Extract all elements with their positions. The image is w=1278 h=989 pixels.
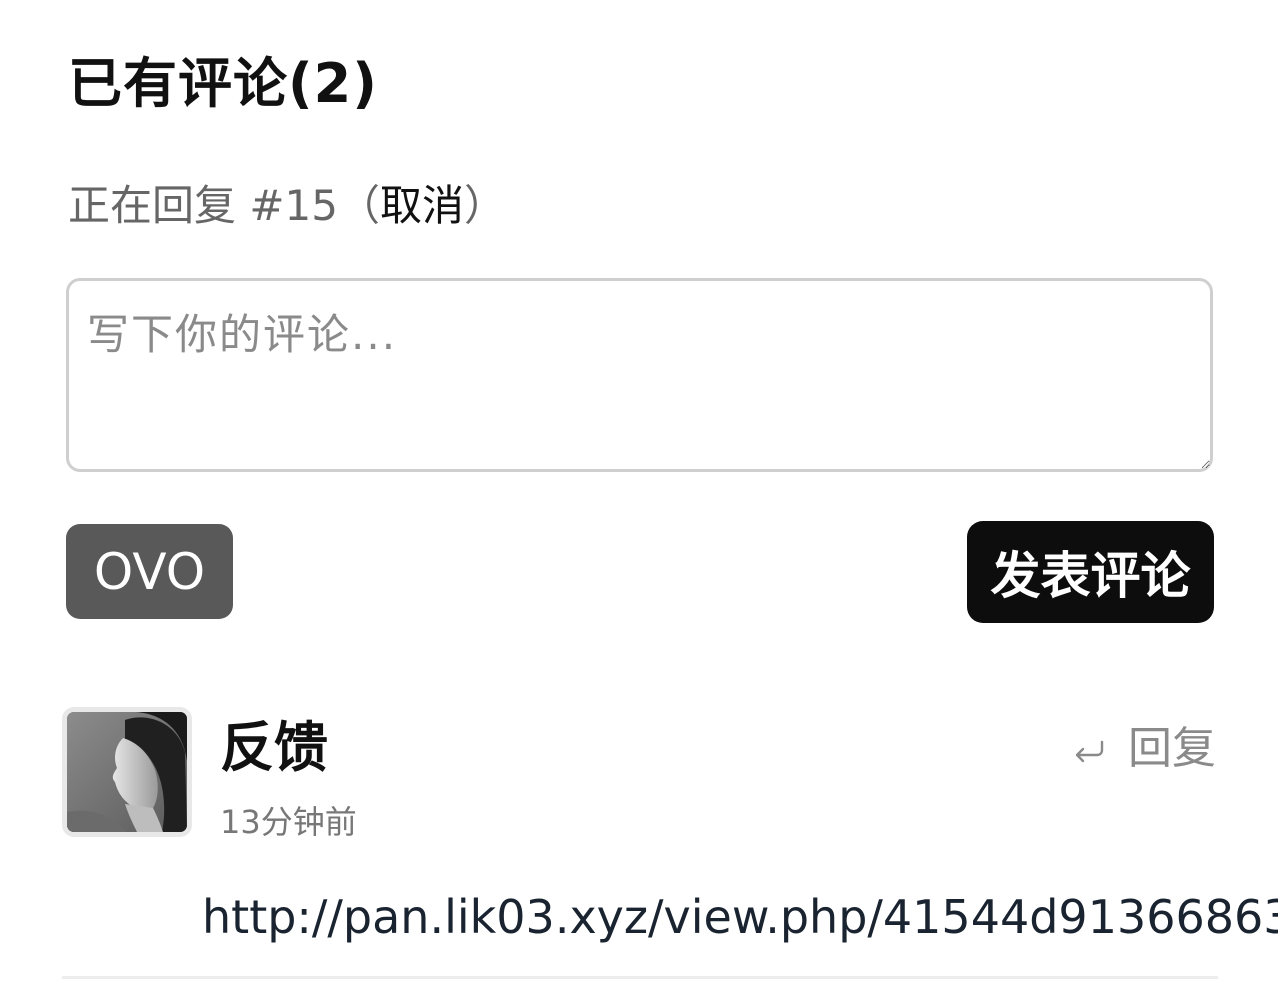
comments-title: 已有评论(2) xyxy=(68,52,378,115)
avatar xyxy=(62,707,192,837)
comment-author: 反馈 xyxy=(220,716,328,779)
comment-content-link[interactable]: http://pan.lik03.xyz/view.php/41544d9136… xyxy=(202,885,1278,949)
comments-page: 已有评论(2) 正在回复 #15（取消） OVO 发表评论 反 xyxy=(0,0,1278,989)
ovo-emoji-button[interactable]: OVO xyxy=(66,524,233,619)
reply-arrow-icon xyxy=(1075,740,1104,763)
comment-divider xyxy=(62,976,1218,979)
reply-status-prefix: 正在回复 #15（ xyxy=(68,181,380,230)
reply-status: 正在回复 #15（取消） xyxy=(68,176,506,236)
reply-label: 回复 xyxy=(1128,723,1216,774)
comment-time: 13分钟前 xyxy=(220,803,357,841)
reply-button[interactable]: 回复 xyxy=(1072,712,1216,776)
cancel-reply-link[interactable]: 取消 xyxy=(380,181,464,230)
avatar-image xyxy=(67,712,187,832)
submit-comment-button[interactable]: 发表评论 xyxy=(967,521,1214,623)
comment-textarea[interactable] xyxy=(66,278,1213,472)
reply-status-suffix: ） xyxy=(464,181,507,230)
